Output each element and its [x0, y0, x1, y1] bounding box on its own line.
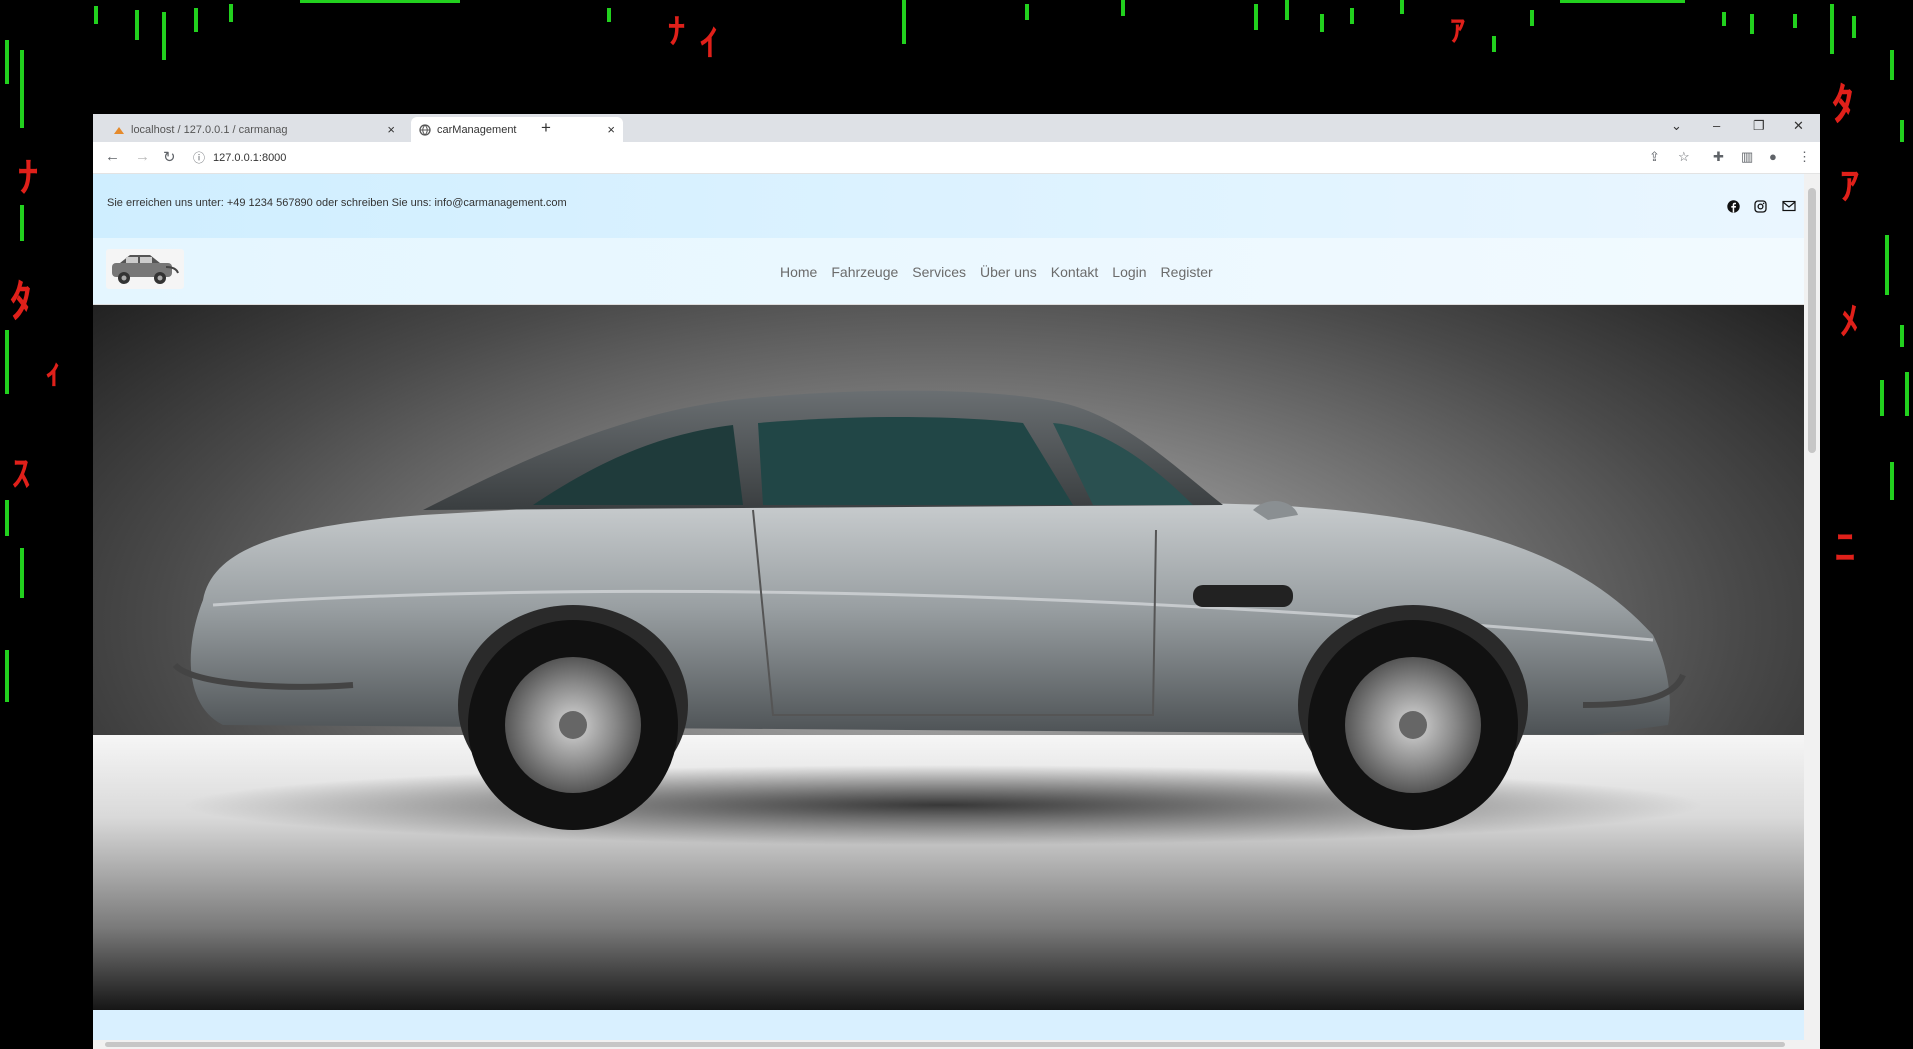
horizontal-scroll-thumb[interactable] [105, 1042, 1785, 1047]
car-illustration [172, 390, 1703, 845]
nav-login[interactable]: Login [1112, 264, 1146, 280]
tab-label: localhost / 127.0.0.1 / carmanag [131, 123, 288, 136]
vertical-scrollbar[interactable] [1804, 174, 1820, 1049]
browser-toolbar: ← → ↻ ⓘ 127.0.0.1:8000 ⇪ ☆ ✚ ▥ ● ⋮ [93, 142, 1820, 174]
nav-kontakt[interactable]: Kontakt [1051, 264, 1098, 280]
tab-localhost[interactable]: localhost / 127.0.0.1 / carmanag × [105, 117, 403, 142]
address-bar[interactable]: ⓘ 127.0.0.1:8000 [193, 146, 1713, 169]
share-icon[interactable]: ⇪ [1649, 149, 1660, 165]
new-tab-icon[interactable]: + [541, 118, 551, 138]
close-tab-icon[interactable]: × [387, 122, 395, 137]
nav-home[interactable]: Home [780, 264, 817, 280]
mail-icon[interactable] [1782, 200, 1796, 215]
instagram-icon[interactable] [1754, 200, 1767, 216]
side-panel-icon[interactable]: ▥ [1741, 149, 1753, 165]
back-icon[interactable]: ← [105, 148, 120, 165]
nav-ueber-uns[interactable]: Über uns [980, 264, 1037, 280]
bookmark-star-icon[interactable]: ☆ [1678, 149, 1690, 165]
phpmyadmin-icon [113, 124, 125, 136]
main-navigation: Home Fahrzeuge Services Über uns Kontakt… [780, 264, 1213, 280]
close-tab-icon[interactable]: × [607, 122, 615, 137]
minimize-icon[interactable]: – [1713, 118, 1720, 133]
profile-icon[interactable]: ● [1769, 149, 1777, 164]
contact-text: Sie erreichen uns unter: +49 1234 567890… [107, 197, 567, 209]
info-icon: ⓘ [193, 151, 206, 165]
nav-fahrzeuge[interactable]: Fahrzeuge [831, 264, 898, 280]
globe-icon [419, 123, 431, 136]
tab-label: carManagement [437, 123, 517, 136]
site-navbar: Home Fahrzeuge Services Über uns Kontakt… [93, 238, 1804, 305]
nav-services[interactable]: Services [912, 264, 966, 280]
horizontal-scrollbar[interactable] [93, 1040, 1804, 1049]
browser-window: localhost / 127.0.0.1 / carmanag × carMa… [93, 114, 1820, 1049]
site-logo[interactable] [106, 249, 184, 289]
extensions-icon[interactable]: ✚ [1713, 149, 1724, 165]
close-window-icon[interactable]: ✕ [1793, 118, 1804, 134]
section-band [93, 1010, 1804, 1040]
reload-icon[interactable]: ↻ [163, 148, 176, 166]
hero-car-image [93, 305, 1804, 1010]
contact-bar: Sie erreichen uns unter: +49 1234 567890… [93, 174, 1804, 238]
restore-icon[interactable]: ❐ [1753, 118, 1765, 134]
tab-strip: localhost / 127.0.0.1 / carmanag × carMa… [93, 114, 1820, 142]
tab-carmanagement[interactable]: carManagement × [411, 117, 623, 142]
address-text: 127.0.0.1:8000 [213, 151, 287, 164]
desktop-background: ﾅ ｲ ｱ ﾅ ﾀ ｨ ｽ ﾀ ｱ ﾒ ﾆ localhost / 127.0.… [0, 0, 1913, 1049]
menu-icon[interactable]: ⋮ [1798, 149, 1811, 165]
tab-search-icon[interactable]: ⌄ [1671, 118, 1682, 134]
facebook-icon[interactable] [1727, 200, 1740, 216]
forward-icon[interactable]: → [135, 148, 150, 165]
nav-register[interactable]: Register [1161, 264, 1213, 280]
web-page: Sie erreichen uns unter: +49 1234 567890… [93, 174, 1804, 1049]
vertical-scroll-thumb[interactable] [1808, 188, 1816, 453]
